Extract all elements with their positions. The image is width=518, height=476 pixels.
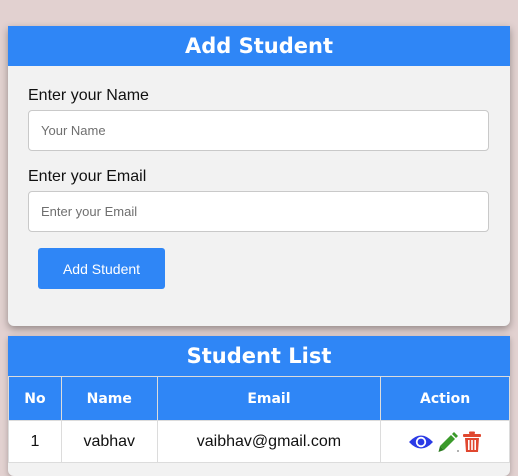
column-header-name: Name bbox=[60, 376, 158, 421]
students-table: No Name Email Action 1 vabhav vaibhav@gm… bbox=[8, 376, 510, 463]
name-label: Enter your Name bbox=[28, 87, 149, 104]
cell-email: vaibhav@gmail.com bbox=[156, 420, 382, 463]
add-student-card: Add Student Enter your Name Enter your E… bbox=[8, 26, 510, 326]
add-student-title: Add Student bbox=[8, 26, 510, 66]
column-header-email: Email bbox=[156, 376, 382, 421]
column-header-no: No bbox=[8, 376, 62, 421]
eye-icon[interactable] bbox=[408, 432, 434, 452]
column-header-action: Action bbox=[380, 376, 510, 421]
email-label: Enter your Email bbox=[28, 168, 147, 185]
table-row: 1 vabhav vaibhav@gmail.com bbox=[8, 420, 510, 463]
table-header-row: No Name Email Action bbox=[8, 376, 510, 421]
student-list-card: Student List No Name Email Action 1 vabh… bbox=[8, 336, 510, 476]
row-actions bbox=[408, 431, 482, 453]
cell-name: vabhav bbox=[60, 420, 158, 463]
pencil-icon[interactable] bbox=[437, 431, 460, 453]
student-list-title: Student List bbox=[8, 336, 510, 376]
email-input[interactable] bbox=[28, 191, 489, 232]
add-student-button[interactable]: Add Student bbox=[38, 248, 165, 289]
name-input[interactable] bbox=[28, 110, 489, 151]
cell-actions bbox=[380, 420, 510, 463]
cell-no: 1 bbox=[8, 420, 62, 463]
trash-icon[interactable] bbox=[462, 431, 482, 453]
